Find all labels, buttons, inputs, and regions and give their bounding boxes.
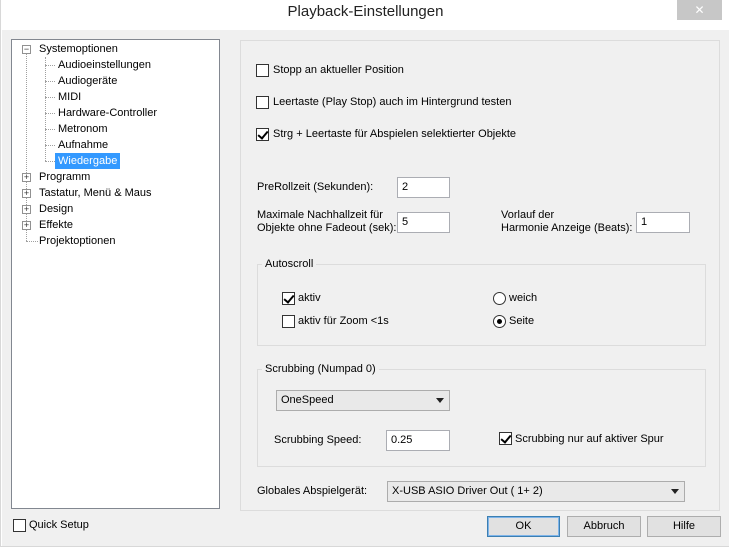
autoscroll-smooth-radio[interactable]	[493, 292, 506, 305]
settings-tree[interactable]: − Systemoptionen Audioeinstellungen Audi…	[11, 39, 220, 509]
tree-item-label: Wiedergabe	[55, 153, 121, 169]
ctrl-space-selected-label: Strg + Leertaste für Abspielen selektier…	[273, 128, 517, 140]
autoscroll-page-label: Seite	[509, 315, 535, 327]
ok-button[interactable]: OK	[487, 516, 560, 537]
tree-item-label: Effekte	[39, 219, 74, 231]
tree-item-tastatur[interactable]: + Tastatur, Menü & Maus	[12, 185, 217, 201]
chevron-down-icon	[671, 489, 679, 494]
playback-device-select[interactable]: X-USB ASIO Driver Out ( 1+ 2)	[387, 481, 685, 502]
tree-item-systemoptionen[interactable]: − Systemoptionen	[12, 41, 217, 57]
tree-item-projektoptionen[interactable]: Projektoptionen	[12, 233, 217, 249]
collapse-icon[interactable]: −	[22, 45, 31, 54]
harmony-label-line1: Vorlauf der	[501, 209, 555, 221]
tree-item-label: Programm	[39, 171, 91, 183]
expand-icon[interactable]: +	[22, 221, 31, 230]
tree-item-label: Systemoptionen	[39, 43, 118, 55]
stop-at-position-checkbox[interactable]	[256, 64, 269, 77]
autoscroll-smooth-label: weich	[509, 292, 538, 304]
tree-item-label: Projektoptionen	[39, 235, 116, 247]
preroll-label: PreRollzeit (Sekunden):	[257, 181, 374, 193]
tree-item-audiogeraete[interactable]: Audiogeräte	[12, 73, 217, 89]
max-release-input[interactable]: 5	[397, 212, 450, 233]
chevron-down-icon	[436, 398, 444, 403]
tree-item-metronom[interactable]: Metronom	[12, 121, 217, 137]
tree-item-hardware-controller[interactable]: Hardware-Controller	[12, 105, 217, 121]
expand-icon[interactable]: +	[22, 189, 31, 198]
help-button[interactable]: Hilfe	[647, 516, 721, 537]
max-release-label-line1: Maximale Nachhallzeit für	[257, 209, 383, 221]
max-release-label-line2: Objekte ohne Fadeout (sek):	[257, 222, 397, 234]
tree-item-programm[interactable]: + Programm	[12, 169, 217, 185]
scrubbing-speed-label: Scrubbing Speed:	[274, 434, 362, 446]
tree-item-effekte[interactable]: + Effekte	[12, 217, 217, 233]
autoscroll-active-label: aktiv	[298, 292, 321, 304]
window-title: Playback-Einstellungen	[287, 3, 444, 20]
quick-setup-label: Quick Setup	[29, 519, 89, 531]
expand-icon[interactable]: +	[22, 205, 31, 214]
tree-item-label: Design	[39, 203, 74, 215]
scrubbing-group-title: Scrubbing (Numpad 0)	[262, 363, 379, 376]
tree-item-label: Aufnahme	[58, 139, 109, 151]
scrubbing-group	[257, 369, 706, 467]
dialog-window: Playback-Einstellungen ✕ − Systemoptione…	[0, 0, 729, 547]
scrubbing-active-track-checkbox[interactable]	[499, 432, 512, 445]
autoscroll-active-checkbox[interactable]	[282, 292, 295, 305]
close-button[interactable]: ✕	[677, 0, 722, 20]
autoscroll-page-radio[interactable]	[493, 315, 506, 328]
close-icon: ✕	[694, 3, 705, 17]
tree-item-midi[interactable]: MIDI	[12, 89, 217, 105]
harmony-input[interactable]: 1	[636, 212, 690, 233]
tree-item-label: Audioeinstellungen	[58, 59, 151, 71]
stop-at-position-label: Stopp an aktueller Position	[273, 64, 404, 76]
playback-device-value: X-USB ASIO Driver Out ( 1+ 2)	[392, 485, 543, 497]
tree-item-label: Hardware-Controller	[58, 107, 158, 119]
autoscroll-group-title: Autoscroll	[262, 258, 317, 271]
cancel-button[interactable]: Abbruch	[567, 516, 641, 537]
space-background-label: Leertaste (Play Stop) auch im Hintergrun…	[273, 96, 512, 108]
autoscroll-zoom-checkbox[interactable]	[282, 315, 295, 328]
expand-icon[interactable]: +	[22, 173, 31, 182]
autoscroll-group	[257, 264, 706, 346]
tree-item-label: MIDI	[58, 91, 82, 103]
quick-setup-checkbox[interactable]	[13, 519, 26, 532]
tree-item-label: Audiogeräte	[58, 75, 118, 87]
tree-item-label: Metronom	[58, 123, 108, 135]
space-background-checkbox[interactable]	[256, 96, 269, 109]
harmony-label-line2: Harmonie Anzeige (Beats):	[501, 222, 633, 234]
preroll-input[interactable]: 2	[397, 177, 450, 198]
scrubbing-active-track-label: Scrubbing nur auf aktiver Spur	[515, 433, 664, 445]
tree-item-design[interactable]: + Design	[12, 201, 217, 217]
scrubbing-mode-value: OneSpeed	[281, 394, 334, 406]
scrubbing-speed-input[interactable]: 0.25	[386, 430, 450, 451]
scrubbing-mode-select[interactable]: OneSpeed	[276, 390, 450, 411]
tree-item-label: Tastatur, Menü & Maus	[39, 187, 152, 199]
tree-item-audioeinstellungen[interactable]: Audioeinstellungen	[12, 57, 217, 73]
title-bar: Playback-Einstellungen ✕	[1, 0, 729, 30]
ctrl-space-selected-checkbox[interactable]	[256, 128, 269, 141]
playback-device-label: Globales Abspielgerät:	[257, 485, 368, 497]
autoscroll-zoom-label: aktiv für Zoom <1s	[298, 315, 389, 327]
tree-item-wiedergabe[interactable]: Wiedergabe	[12, 153, 217, 169]
tree-item-aufnahme[interactable]: Aufnahme	[12, 137, 217, 153]
